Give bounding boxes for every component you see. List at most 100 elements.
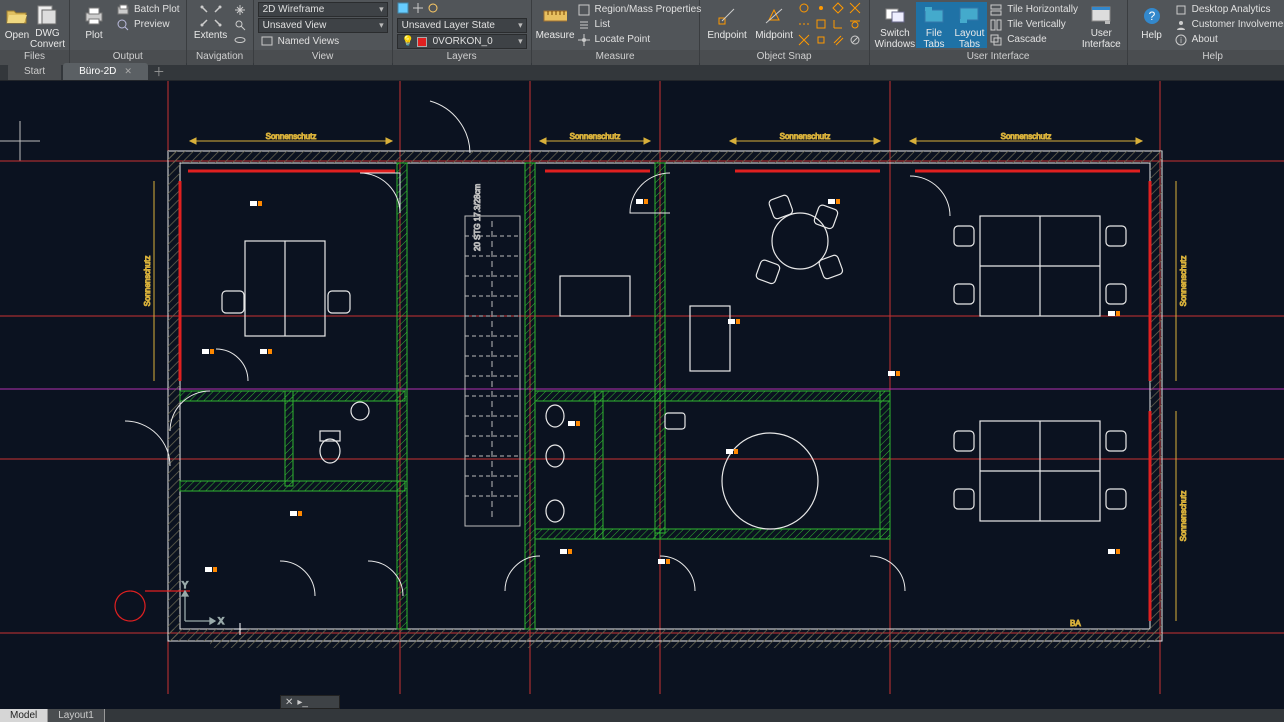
svg-text:i: i — [1180, 36, 1182, 45]
switch-windows-button[interactable]: Switch Windows — [874, 2, 917, 48]
panel-navigation: Extents Navigation — [187, 0, 254, 62]
snap-tan-icon[interactable] — [849, 18, 865, 33]
extents-button[interactable]: Extents — [191, 2, 231, 48]
named-views-button[interactable]: Named Views — [258, 34, 388, 48]
snap-par-icon[interactable] — [832, 34, 848, 49]
layout-tabs-bar: Model Layout1 — [0, 709, 1284, 722]
dwg-icon — [35, 4, 59, 26]
view-combo[interactable]: Unsaved View — [258, 18, 388, 33]
svg-text:Sonnenschutz: Sonnenschutz — [1179, 491, 1188, 542]
extents-icon — [199, 4, 223, 28]
help-button[interactable]: ? Help — [1132, 2, 1172, 48]
file-tabs-button[interactable]: File Tabs — [916, 2, 952, 48]
plot-label: Plot — [85, 30, 102, 41]
tile-h-button[interactable]: Tile Horizontally — [987, 2, 1080, 17]
dwg-convert-button[interactable]: DWG Convert — [30, 2, 65, 48]
snap-int-icon[interactable] — [849, 2, 865, 17]
measure-button[interactable]: Measure — [536, 2, 575, 48]
chair — [222, 291, 244, 313]
close-cmd-icon[interactable]: ✕ — [285, 697, 293, 708]
list-icon — [577, 18, 591, 32]
dim-left: Sonnenschutz — [143, 181, 154, 381]
layer-state-icon1[interactable] — [397, 2, 409, 17]
snap-perp-icon[interactable] — [832, 18, 848, 33]
tile-v-button[interactable]: Tile Vertically — [987, 17, 1080, 32]
new-tab-button[interactable]: ＋ — [150, 63, 168, 80]
panel-title-layers: Layers — [393, 50, 531, 65]
layer-state-icon3[interactable] — [427, 2, 439, 17]
bulb-icon: 💡 — [402, 36, 414, 47]
file-tabs-label: File Tabs — [916, 28, 952, 50]
endpoint-icon — [715, 4, 739, 28]
svg-text:X: X — [218, 616, 224, 626]
zoom-button[interactable] — [231, 17, 249, 32]
svg-text:BA: BA — [1070, 619, 1081, 628]
tab-buro-2d[interactable]: Büro-2D ✕ — [63, 63, 148, 80]
customer-icon — [1174, 18, 1188, 32]
current-layer-value: 0VORKON_0 — [433, 36, 493, 47]
visual-style-value: 2D Wireframe — [263, 4, 325, 15]
batch-plot-icon — [116, 3, 130, 17]
endpoint-label: Endpoint — [707, 30, 746, 41]
endpoint-button[interactable]: Endpoint — [704, 2, 751, 48]
switch-windows-icon — [883, 4, 907, 26]
svg-text:Sonnenschutz: Sonnenschutz — [266, 132, 317, 141]
drawing-canvas[interactable]: Sonnenschutz Sonnenschutz Sonnenschutz S… — [0, 81, 1284, 694]
midpoint-button[interactable]: Midpoint — [751, 2, 798, 48]
snap-ins-icon[interactable] — [815, 18, 831, 33]
panel-measure: Measure Region/Mass Properties List Loca… — [532, 0, 700, 62]
snap-appint-icon[interactable] — [815, 34, 831, 49]
grid-red — [0, 81, 1284, 694]
user-interface-button[interactable]: User Interface — [1080, 2, 1123, 48]
layout-tabs-label: Layout Tabs — [954, 28, 984, 50]
dim-3: Sonnenschutz — [730, 132, 880, 144]
about-label: About — [1192, 34, 1218, 45]
layout-tabs-icon — [957, 4, 981, 26]
dim-1: Sonnenschutz — [190, 132, 392, 144]
current-layer-combo[interactable]: 💡 0VORKON_0 — [397, 34, 527, 49]
svg-text:Sonnenschutz: Sonnenschutz — [570, 132, 621, 141]
desktop-analytics-label: Desktop Analytics — [1192, 4, 1271, 15]
customer-inv-button[interactable]: Customer Involvement — [1172, 17, 1284, 32]
about-button[interactable]: i About — [1172, 32, 1284, 47]
panel-layers: Unsaved Layer State 💡 0VORKON_0 Layers — [393, 0, 532, 62]
snap-none-icon[interactable] — [849, 34, 865, 49]
layer-state-combo[interactable]: Unsaved Layer State — [397, 18, 527, 33]
orbit-icon — [233, 33, 247, 47]
layer-state-icon2[interactable] — [412, 2, 424, 17]
region-props-button[interactable]: Region/Mass Properties — [575, 2, 704, 17]
list-button[interactable]: List — [575, 17, 704, 32]
close-icon[interactable]: ✕ — [124, 66, 132, 77]
locate-point-button[interactable]: Locate Point — [575, 32, 704, 47]
tab-model[interactable]: Model — [0, 709, 48, 722]
command-line[interactable]: ✕ ▸_ — [280, 695, 340, 709]
open-button[interactable]: Open — [4, 2, 30, 48]
cascade-button[interactable]: Cascade — [987, 32, 1080, 47]
ribbon: Open DWG Convert Files Plot — [0, 0, 1284, 63]
switch-windows-label: Switch Windows — [875, 28, 916, 50]
list-label: List — [595, 19, 611, 30]
help-icon: ? — [1140, 4, 1164, 28]
plot-button[interactable]: Plot — [74, 2, 114, 48]
orbit-button[interactable] — [231, 32, 249, 47]
snap-near-icon[interactable] — [798, 34, 814, 49]
snap-node-icon[interactable] — [815, 2, 831, 17]
ruler-icon — [543, 4, 567, 28]
customer-inv-label: Customer Involvement — [1192, 19, 1284, 30]
pan-button[interactable] — [231, 2, 249, 17]
locate-point-icon — [577, 33, 591, 47]
snap-ext-icon[interactable] — [798, 18, 814, 33]
view-combo-value: Unsaved View — [263, 20, 327, 31]
tab-layout1[interactable]: Layout1 — [48, 709, 105, 722]
preview-button[interactable]: Preview — [114, 17, 182, 32]
visual-style-combo[interactable]: 2D Wireframe — [258, 2, 388, 17]
zoom-icon — [233, 18, 247, 32]
dim-2: Sonnenschutz — [540, 132, 650, 144]
desktop-analytics-button[interactable]: Desktop Analytics — [1172, 2, 1284, 17]
snap-quad-icon[interactable] — [832, 2, 848, 17]
batchplot-button[interactable]: Batch Plot — [114, 2, 182, 17]
snap-center-icon[interactable] — [798, 2, 814, 17]
tab-start[interactable]: Start — [8, 63, 61, 80]
user-interface-label: User Interface — [1082, 28, 1121, 50]
layout-tabs-button[interactable]: Layout Tabs — [952, 2, 988, 48]
